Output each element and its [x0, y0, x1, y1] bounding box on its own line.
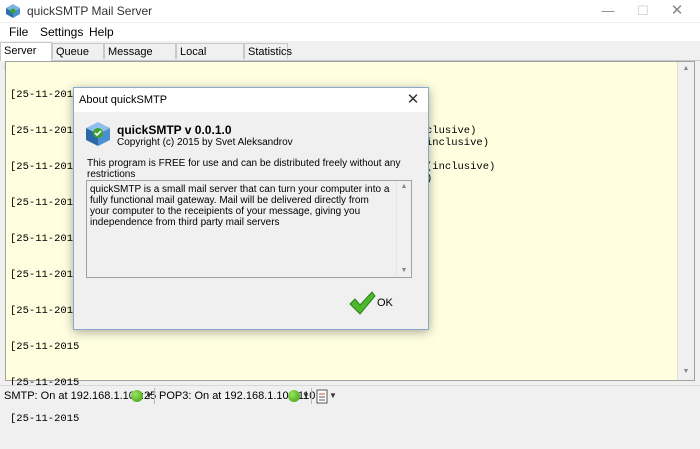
status-divider [311, 388, 312, 404]
copyright-text: Copyright (c) 2015 by Svet Aleksandrov [117, 137, 293, 148]
smtp-status-icon[interactable] [131, 390, 143, 402]
log-scrollbar[interactable]: ▲ ▼ [677, 62, 694, 380]
chevron-down-icon[interactable]: ▼ [145, 391, 153, 400]
log-fragment: inclusive) [426, 137, 490, 149]
scroll-down-icon[interactable]: ▼ [682, 368, 690, 376]
description-box[interactable]: quickSMTP is a small mail server that ca… [86, 180, 412, 278]
app-logo-icon [86, 122, 110, 146]
tab-message-queue[interactable]: Message Queue [104, 43, 176, 74]
log-fragment: (inclusive) [426, 161, 496, 173]
tab-statistics[interactable]: Statistics [244, 43, 292, 59]
log-line: [25-11-2015 [10, 413, 80, 425]
tab-server-log[interactable]: Server Log [0, 42, 52, 73]
ok-label: OK [377, 297, 393, 309]
app-icon [6, 4, 20, 18]
scroll-down-icon[interactable]: ▼ [400, 267, 408, 275]
close-button[interactable]: ✕ [654, 0, 700, 22]
dialog-close-button[interactable]: ✕ [401, 89, 425, 111]
status-bar: SMTP: On at 192.168.1.100:25 ▼ POP3: On … [0, 385, 700, 407]
scroll-up-icon[interactable]: ▲ [682, 65, 690, 73]
description-scrollbar[interactable]: ▲ ▼ [396, 181, 411, 277]
description-text: quickSMTP is a small mail server that ca… [90, 184, 390, 228]
window-title: quickSMTP Mail Server [27, 4, 153, 18]
checkmark-icon [349, 291, 376, 315]
title-bar: quickSMTP Mail Server — ☐ ✕ [0, 0, 700, 22]
about-dialog: About quickSMTP ✕ quickSMTP v 0.0.1.0 Co… [73, 87, 429, 330]
tab-local-accounts[interactable]: Local Accounts [176, 43, 244, 74]
ok-button[interactable]: OK [344, 288, 394, 318]
dialog-title-bar: About quickSMTP ✕ [74, 88, 428, 112]
license-text: This program is FREE for use and can be … [87, 158, 401, 180]
log-fragment: clusive) [426, 125, 477, 137]
chevron-down-icon[interactable]: ▼ [329, 391, 337, 400]
log-line: [25-11-2015 [10, 341, 80, 353]
scroll-up-icon[interactable]: ▲ [400, 183, 408, 191]
dialog-title: About quickSMTP [79, 94, 168, 106]
menu-bar: File Settings Help [0, 23, 700, 41]
pop3-status-icon[interactable] [288, 390, 300, 402]
menu-file[interactable]: File [9, 25, 28, 39]
menu-help[interactable]: Help [89, 25, 114, 39]
chevron-down-icon[interactable]: ▼ [302, 391, 310, 400]
status-divider [154, 388, 155, 404]
tab-queue-log[interactable]: Queue Log [52, 43, 104, 74]
tab-strip: Server Log Queue Log Message Queue Local… [0, 42, 700, 74]
menu-settings[interactable]: Settings [40, 25, 83, 39]
app-name-version: quickSMTP v 0.0.1.0 [117, 123, 232, 137]
document-icon[interactable] [316, 389, 329, 404]
